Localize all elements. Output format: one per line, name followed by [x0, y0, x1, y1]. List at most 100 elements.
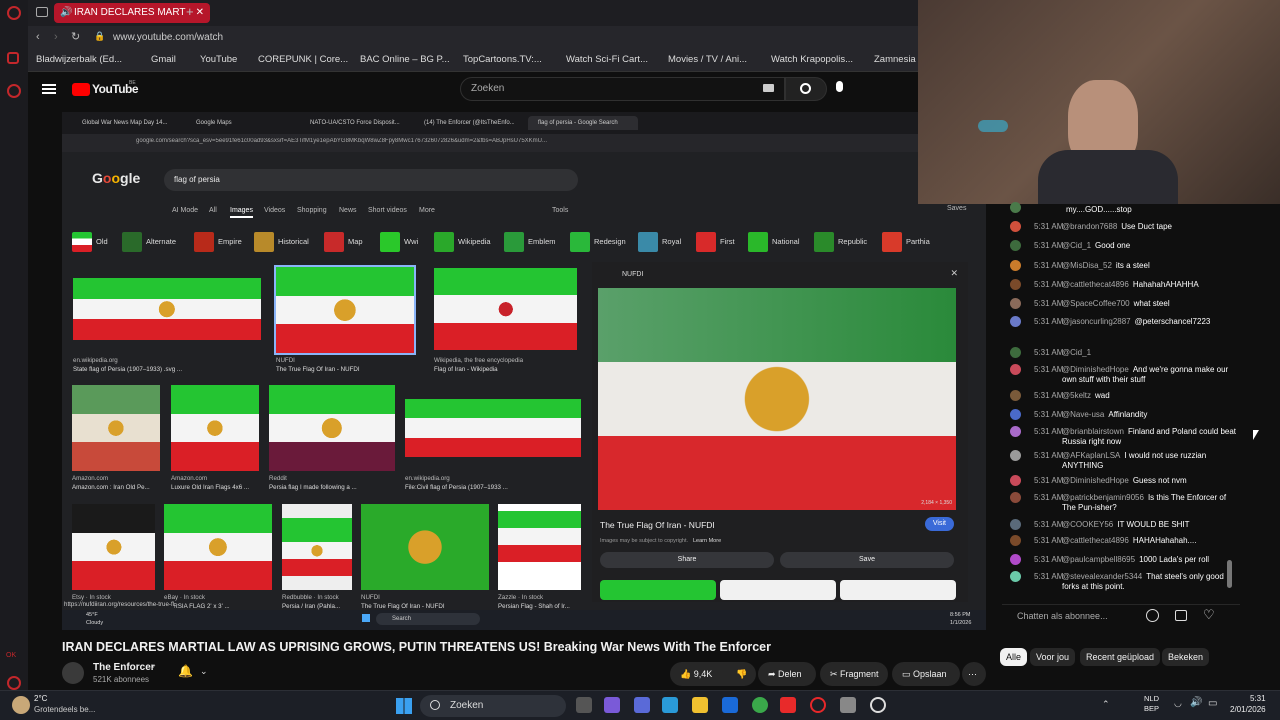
battery-icon[interactable]: ▭	[1208, 698, 1217, 709]
bell-icon[interactable]: 🔔	[178, 664, 193, 678]
bookmark-0[interactable]: Bladwijzerbalk (Ed...	[36, 54, 122, 65]
clock-time[interactable]: 5:31	[1250, 694, 1266, 703]
chat-author[interactable]: @5keltz	[1062, 391, 1091, 400]
keyboard-icon[interactable]	[763, 84, 774, 92]
edge-icon[interactable]	[662, 697, 678, 713]
filter-tab-for-you[interactable]: Voor jou	[1030, 648, 1076, 666]
super-chat-icon[interactable]	[1175, 610, 1187, 621]
tab-overview-icon[interactable]	[36, 7, 48, 17]
dislike-button[interactable]: 👎	[726, 662, 756, 686]
keyboard-layout[interactable]: BEP	[1144, 704, 1159, 713]
avatar[interactable]	[1010, 450, 1021, 461]
bookmark-1[interactable]: Gmail	[151, 54, 176, 65]
channel-avatar[interactable]	[62, 662, 84, 684]
menu-icon[interactable]	[42, 84, 56, 94]
chat-author[interactable]: @DiminishedHope	[1062, 476, 1129, 485]
bookmark-5[interactable]: TopCartoons.TV:...	[463, 54, 542, 65]
wifi-icon[interactable]: ◡	[1174, 698, 1182, 709]
avatar[interactable]	[1010, 426, 1021, 437]
chat-author[interactable]: @brandon7688	[1062, 222, 1117, 231]
volume-icon[interactable]: 🔊	[1190, 697, 1202, 708]
avatar[interactable]	[1010, 475, 1021, 486]
tab-close-icon[interactable]: ✕	[196, 3, 204, 23]
bookmark-6[interactable]: Watch Sci-Fi Cart...	[566, 54, 648, 65]
avatar[interactable]	[1010, 316, 1021, 327]
weather-icon[interactable]	[12, 696, 30, 714]
reload-icon[interactable]: ↻	[71, 30, 80, 43]
avatar[interactable]	[1010, 519, 1021, 530]
opera-logo-icon[interactable]	[7, 6, 21, 20]
avatar[interactable]	[1010, 409, 1021, 420]
microphone-icon[interactable]	[836, 81, 843, 92]
avatar[interactable]	[1010, 535, 1021, 546]
avatar[interactable]	[1010, 240, 1021, 251]
youtube-logo-icon[interactable]	[72, 83, 90, 96]
chat-author[interactable]: @Cid_1	[1062, 241, 1091, 250]
search-button[interactable]	[785, 77, 827, 101]
opera-taskbar-icon[interactable]	[810, 697, 826, 713]
avatar[interactable]	[1010, 554, 1021, 565]
youtube-taskbar-icon[interactable]	[780, 697, 796, 713]
chat-author[interactable]: @AFKaplanLSA	[1062, 451, 1120, 460]
avatar[interactable]	[1010, 202, 1021, 213]
search-input[interactable]: Zoeken	[460, 77, 785, 101]
save-button[interactable]: ▭ Opslaan	[892, 662, 960, 686]
chevron-down-icon[interactable]: ⌄	[200, 666, 208, 677]
clip-button[interactable]: ✂ Fragment	[820, 662, 888, 686]
chat-author[interactable]: @Nave-usa	[1062, 410, 1104, 419]
calculator-icon[interactable]	[840, 697, 856, 713]
input-language[interactable]: NLD	[1144, 694, 1159, 703]
avatar[interactable]	[1010, 492, 1021, 503]
avatar[interactable]	[1010, 298, 1021, 309]
clock-date[interactable]: 2/01/2026	[1230, 705, 1266, 714]
chat-author[interactable]: @COOKEY56	[1062, 520, 1113, 529]
avatar[interactable]	[1010, 279, 1021, 290]
explorer-icon[interactable]	[692, 697, 708, 713]
chat-author[interactable]: @patrickbenjamin9056	[1062, 493, 1144, 502]
avatar[interactable]	[1010, 221, 1021, 232]
settings-icon[interactable]	[7, 676, 21, 690]
chat-author[interactable]: @MisDisa_52	[1062, 261, 1112, 270]
chat-scrollbar[interactable]	[1227, 560, 1232, 588]
chat-author[interactable]: @Cid_1	[1062, 348, 1091, 357]
chat-author[interactable]: @DiminishedHope	[1062, 365, 1129, 374]
forward-icon[interactable]: ›	[54, 31, 58, 43]
filter-tab-recent[interactable]: Recent geüpload	[1080, 648, 1161, 666]
chat-author[interactable]: @jasoncurling2887	[1062, 317, 1131, 326]
home-icon[interactable]	[7, 52, 19, 64]
channel-name[interactable]: The Enforcer	[93, 662, 155, 673]
chrome-icon[interactable]	[752, 697, 768, 713]
avatar[interactable]	[1010, 364, 1021, 375]
new-tab-icon[interactable]: +	[186, 4, 194, 19]
filter-tab-all[interactable]: Alle	[1000, 648, 1028, 666]
heart-icon[interactable]: ♡	[1203, 607, 1215, 623]
avatar[interactable]	[1010, 571, 1021, 582]
back-icon[interactable]: ‹	[36, 31, 40, 43]
copilot-icon[interactable]	[634, 697, 650, 713]
steam-icon[interactable]	[870, 697, 886, 713]
start-icon[interactable]	[396, 698, 412, 714]
task-view-icon[interactable]	[576, 697, 592, 713]
filter-tab-watched[interactable]: Bekeken	[1162, 648, 1210, 666]
bookmark-2[interactable]: YouTube	[200, 54, 237, 65]
chat-author[interactable]: @brianblairstown	[1062, 427, 1124, 436]
share-button[interactable]: ➦ Delen	[758, 662, 816, 686]
chat-author[interactable]: @SpaceCoffee700	[1062, 299, 1130, 308]
taskbar-search[interactable]: Zoeken	[420, 695, 566, 717]
chat-input[interactable]: Chatten als abonnee...	[1017, 611, 1108, 621]
url-text[interactable]: www.youtube.com/watch	[113, 32, 223, 43]
ok-icon[interactable]: OK	[6, 652, 16, 659]
teams-icon[interactable]	[604, 697, 620, 713]
emoji-icon[interactable]	[1146, 609, 1159, 622]
avatar[interactable]	[1010, 390, 1021, 401]
outlook-icon[interactable]	[722, 697, 738, 713]
chat-author[interactable]: @cattlethecat4896	[1062, 536, 1129, 545]
bookmark-8[interactable]: Watch Krapopolis...	[771, 54, 853, 65]
more-button[interactable]: ⋯	[962, 662, 986, 686]
history-icon[interactable]	[7, 84, 21, 98]
avatar[interactable]	[1010, 347, 1021, 358]
chat-author[interactable]: @paulcampbell8695	[1062, 555, 1135, 564]
bookmark-3[interactable]: COREPUNK | Core...	[258, 54, 348, 65]
chat-author[interactable]: @stevealexander5344	[1062, 572, 1142, 581]
bookmark-4[interactable]: BAC Online – BG P...	[360, 54, 450, 65]
